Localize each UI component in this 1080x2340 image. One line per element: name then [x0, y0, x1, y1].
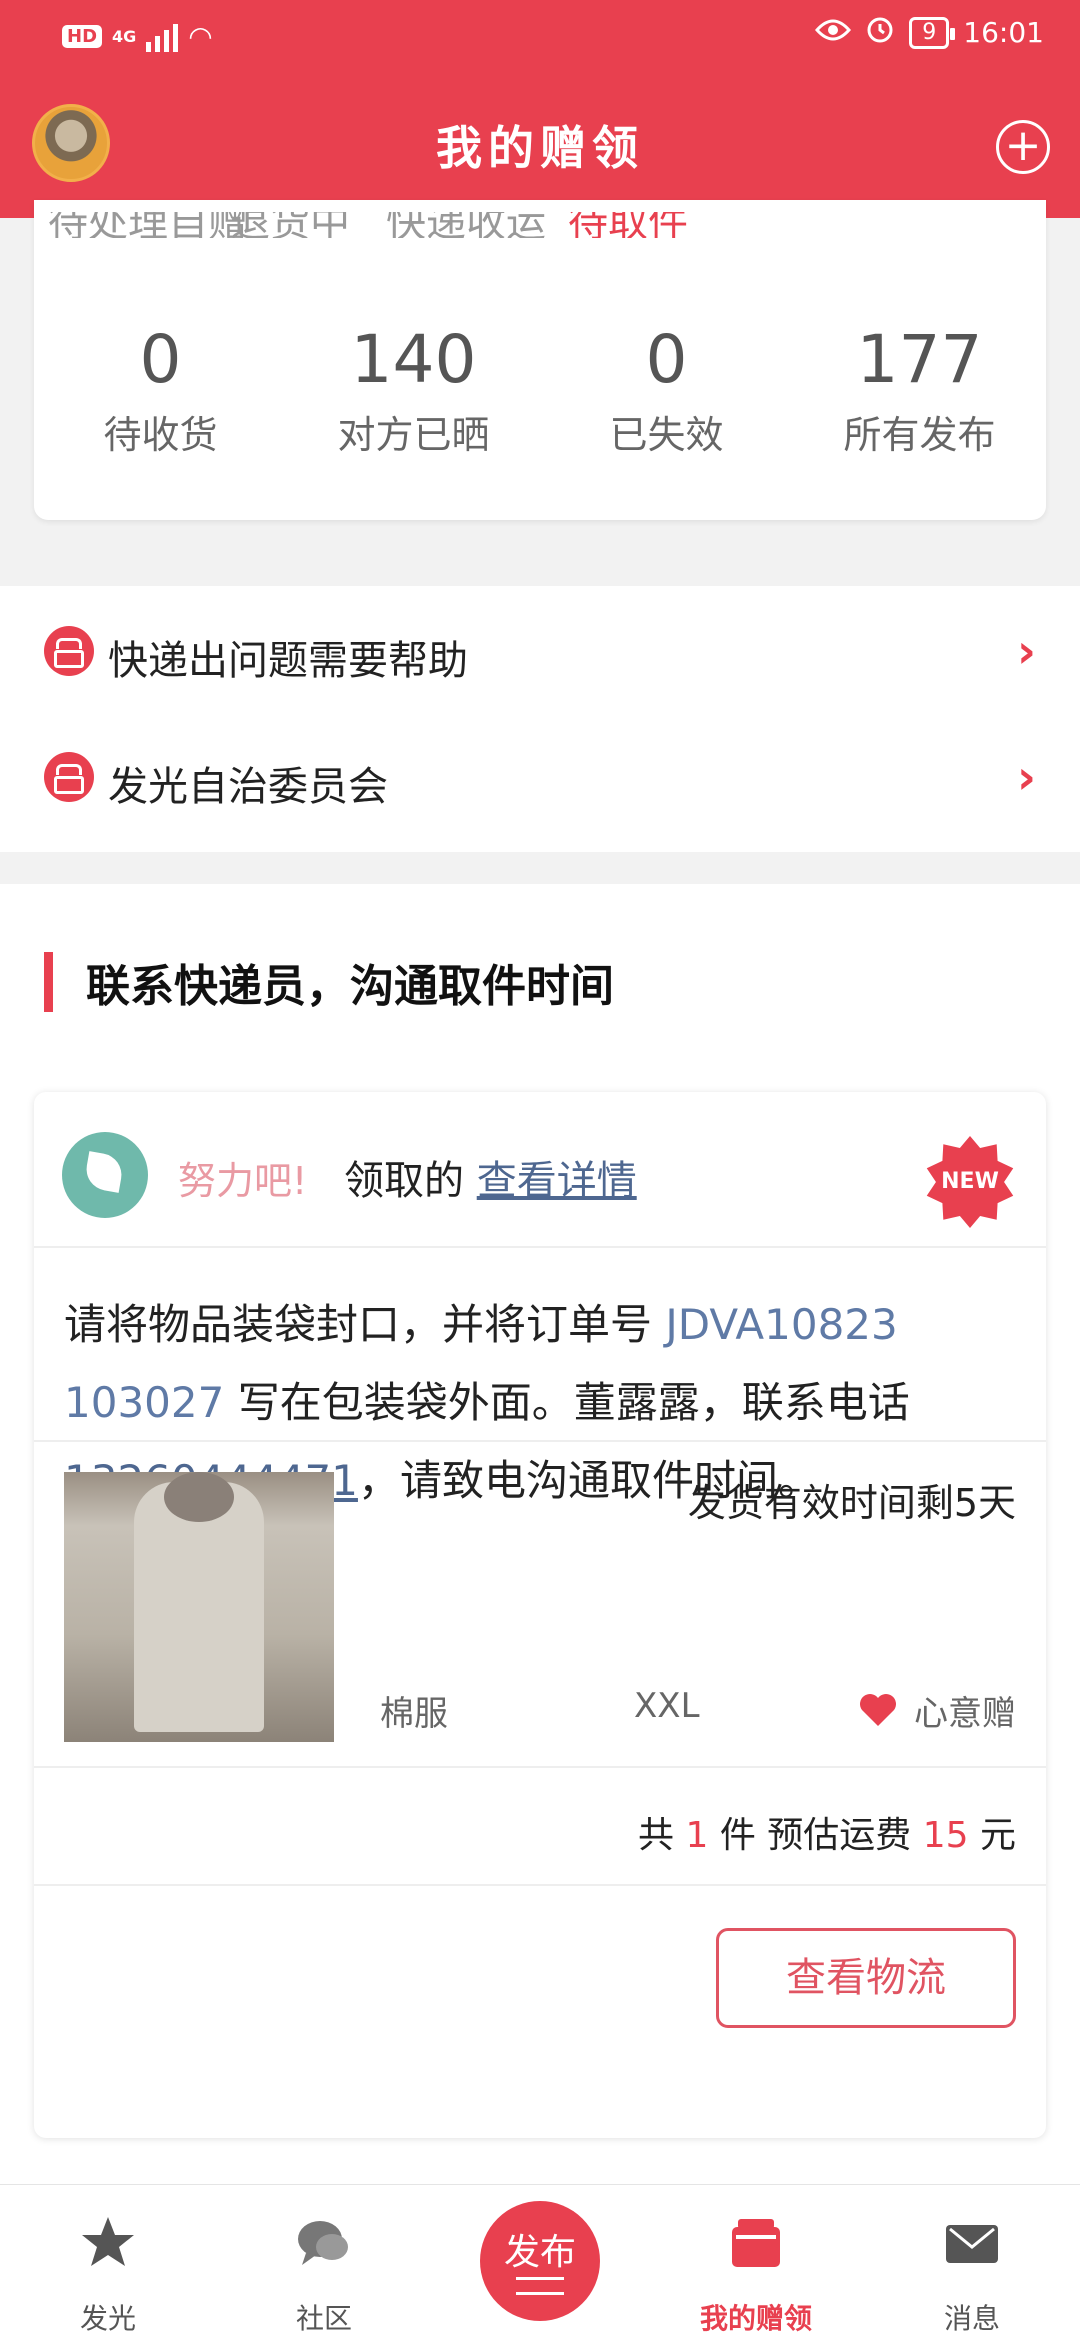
partial-label: 快递收运	[386, 212, 546, 238]
clock-time: 16:01	[963, 16, 1044, 49]
instruction-text: 请将物品装袋封口，并将订单号	[64, 1300, 653, 1349]
section-title: 联系快递员，沟通取件时间	[86, 961, 614, 1012]
printer-icon	[44, 752, 94, 802]
bottom-nav: 发光 社区 发布 我的赠领 消息	[0, 2184, 1080, 2340]
leaf-icon	[62, 1132, 148, 1218]
tab-messages[interactable]: 消息	[864, 2185, 1080, 2340]
claim-prefix: 领取的	[344, 1158, 464, 1204]
order-card-header: 努力吧! 领取的 查看详情 NEW	[34, 1092, 1046, 1248]
nav-label: 发光	[79, 2302, 136, 2335]
nav-label: 消息	[943, 2302, 1000, 2335]
stats-card: 待处理自赠 退货中 快递收运 待取件 0 待收货 140 对方已晒 0 已失效 …	[34, 200, 1046, 520]
publish-button[interactable]: 发布	[480, 2201, 600, 2321]
stat-value: 140	[350, 321, 477, 398]
app-header: HD 4G ◠ 9 16:01 我的赠领 +	[0, 0, 1080, 218]
order-instructions: 请将物品装袋封口，并将订单号 JDVA10823 103027 写在包装袋外面。…	[34, 1248, 1046, 1505]
stat-label: 已失效	[609, 413, 724, 457]
gift-type: 心意赠	[914, 1694, 1016, 1734]
chevron-right-icon: ›	[1017, 624, 1036, 678]
effort-text: 努力吧!	[178, 1159, 308, 1203]
help-item-label: 快递出问题需要帮助	[108, 638, 468, 684]
status-bar: HD 4G ◠ 9 16:01	[0, 0, 1080, 72]
item-photo	[64, 1472, 334, 1742]
star-icon	[82, 2217, 134, 2266]
shipping-fee: 15	[922, 1815, 969, 1856]
tab-community[interactable]: 社区	[216, 2185, 432, 2340]
hd-icon: HD	[62, 25, 103, 48]
total-suffix: 元	[979, 1815, 1016, 1856]
publish-icon	[516, 2277, 564, 2295]
stat-pending-receipt[interactable]: 0 待收货	[34, 320, 287, 459]
stat-expired[interactable]: 0 已失效	[540, 320, 793, 459]
tab-my-gifts[interactable]: 我的赠领	[648, 2185, 864, 2340]
stat-label: 对方已晒	[337, 413, 490, 457]
stat-value: 177	[856, 321, 983, 398]
help-item-delivery-problem[interactable]: 快递出问题需要帮助 ›	[0, 592, 1080, 712]
pickup-section: 联系快递员，沟通取件时间 努力吧! 领取的 查看详情 NEW 请将物品装袋封口，…	[0, 884, 1080, 2184]
stat-label: 所有发布	[843, 413, 996, 457]
stat-all-published[interactable]: 177 所有发布	[793, 320, 1046, 459]
chevron-right-icon: ›	[1017, 750, 1036, 804]
heart-icon	[860, 1694, 896, 1726]
mail-icon	[946, 2225, 998, 2263]
stat-value: 0	[645, 321, 688, 398]
total-mid: 件 预估运费	[719, 1815, 912, 1856]
stats-row: 0 待收货 140 对方已晒 0 已失效 177 所有发布	[34, 320, 1046, 459]
partial-label: 退货中	[230, 212, 350, 238]
ship-deadline: 发货有效时间剩5天	[687, 1481, 1016, 1525]
instruction-text: 写在包装袋外面。董露露，联系电话	[237, 1378, 910, 1427]
stat-shared[interactable]: 140 对方已晒	[287, 320, 540, 459]
eye-icon	[815, 16, 852, 49]
wifi-icon: ◠	[188, 20, 213, 53]
item-count: 1	[685, 1815, 709, 1856]
partial-label: 待处理自赠	[48, 212, 248, 238]
add-button[interactable]: +	[996, 120, 1050, 174]
stat-value: 0	[139, 321, 182, 398]
item-size: XXL	[634, 1686, 700, 1726]
publish-label: 发布	[503, 2232, 576, 2273]
chat-bubble-icon	[298, 2221, 348, 2265]
order-item[interactable]: 发货有效时间剩5天 棉服 XXL 心意赠	[34, 1442, 1046, 1768]
help-item-label: 发光自治委员会	[108, 764, 388, 810]
order-card: 努力吧! 领取的 查看详情 NEW 请将物品装袋封口，并将订单号 JDVA108…	[34, 1092, 1046, 2138]
battery-indicator: 9	[909, 16, 956, 49]
total-prefix: 共	[637, 1815, 674, 1856]
partial-label: 待取件	[568, 212, 688, 238]
nav-label: 我的赠领	[699, 2302, 812, 2335]
alarm-icon	[865, 14, 895, 51]
stats-partial-row: 待处理自赠 退货中 快递收运 待取件	[34, 212, 1046, 238]
nav-label: 社区	[295, 2302, 352, 2335]
printer-icon	[44, 626, 94, 676]
tab-faguang[interactable]: 发光	[0, 2185, 216, 2340]
status-right: 9 16:01	[815, 14, 1044, 51]
total-text: 共 1 件 预估运费 15 元	[638, 1806, 1016, 1858]
stat-label: 待收货	[103, 413, 218, 457]
new-badge: NEW	[926, 1136, 1014, 1228]
signal-icon	[146, 22, 179, 52]
page-title: 我的赠领	[436, 121, 644, 175]
wallet-icon	[732, 2219, 780, 2267]
status-left: HD 4G ◠	[62, 20, 213, 53]
view-details-link[interactable]: 查看详情	[477, 1158, 637, 1204]
item-category: 棉服	[380, 1694, 448, 1734]
order-number: JDVA10823	[665, 1300, 898, 1349]
order-total: 共 1 件 预估运费 15 元	[34, 1768, 1046, 1886]
section-accent-bar	[44, 952, 53, 1012]
claim-text: 领取的 查看详情	[344, 1148, 637, 1206]
help-list: 快递出问题需要帮助 › 发光自治委员会 ›	[0, 586, 1080, 852]
view-logistics-button[interactable]: 查看物流	[716, 1928, 1016, 2028]
help-item-committee[interactable]: 发光自治委员会 ›	[0, 718, 1080, 838]
network-type: 4G	[112, 27, 137, 46]
order-number: 103027	[64, 1378, 225, 1427]
